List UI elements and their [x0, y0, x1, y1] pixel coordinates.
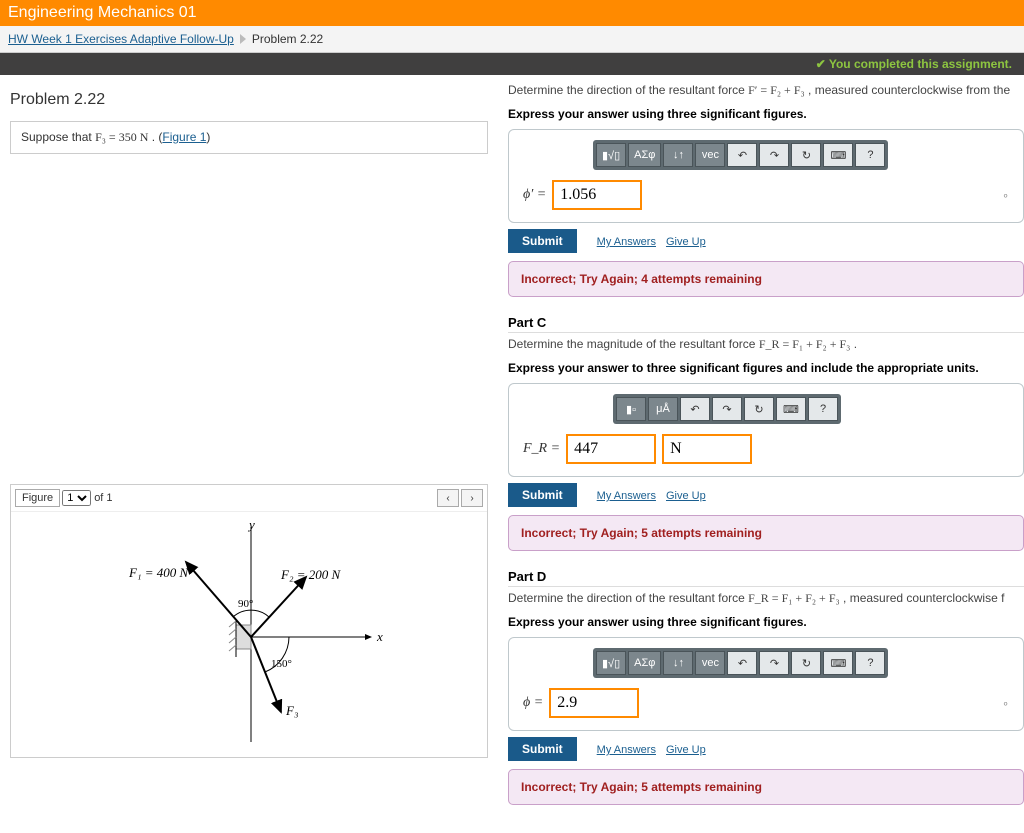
breadcrumb-current: Problem 2.22 — [252, 32, 323, 46]
svg-text:y: y — [247, 517, 255, 532]
partd-var: ϕ = — [523, 695, 543, 711]
partb-answer-box: ▮√▯ ΑΣφ ↓↑ vec ↶ ↷ ↻ ⌨ ? ϕ′ = ∘ — [508, 129, 1024, 223]
vec-button[interactable]: vec — [695, 651, 725, 675]
partd-my-answers-link[interactable]: My Answers — [597, 744, 656, 756]
reset-button[interactable]: ↻ — [791, 143, 821, 167]
reset-button[interactable]: ↻ — [791, 651, 821, 675]
svg-text:90°: 90° — [238, 598, 253, 610]
undo-button[interactable]: ↶ — [727, 651, 757, 675]
partd-feedback: Incorrect; Try Again; 5 attempts remaini… — [508, 769, 1024, 805]
partc-prompt-math: F_R = F₁ + F₂ + F₃ — [759, 337, 851, 351]
figure-panel: Figure 1 of 1 ‹ › — [10, 484, 488, 758]
partb-give-up-link[interactable]: Give Up — [666, 236, 706, 248]
updown-button[interactable]: ↓↑ — [663, 651, 693, 675]
templates-button[interactable]: ▮√▯ — [596, 143, 626, 167]
figure-of: of 1 — [94, 492, 112, 504]
partd-give-up-link[interactable]: Give Up — [666, 744, 706, 756]
partb-express: Express your answer using three signific… — [508, 105, 1024, 123]
partb-prompt-post: , measured counterclockwise from the — [808, 83, 1010, 97]
partb-feedback: Incorrect; Try Again; 4 attempts remaini… — [508, 261, 1024, 297]
partc-give-up-link[interactable]: Give Up — [666, 490, 706, 502]
partd-input[interactable] — [549, 688, 639, 718]
figure-diagram: y x F₁ = 400 N F₂ = 200 N F₃ 90° 150° — [11, 512, 487, 757]
units-button[interactable]: μÅ — [648, 397, 678, 421]
suppose-post: . ( — [152, 130, 163, 144]
partb-toolbar: ▮√▯ ΑΣφ ↓↑ vec ↶ ↷ ↻ ⌨ ? — [593, 140, 888, 170]
partc-prompt-post: . — [854, 337, 857, 351]
partc-value-input[interactable] — [566, 434, 656, 464]
reset-button[interactable]: ↻ — [744, 397, 774, 421]
suppose-pre: Suppose that — [21, 130, 95, 144]
partc-header: Part C — [508, 315, 1024, 333]
partc-unit-input[interactable] — [662, 434, 752, 464]
undo-button[interactable]: ↶ — [680, 397, 710, 421]
partd-express: Express your answer using three signific… — [508, 613, 1024, 631]
partc-var: F_R = — [523, 441, 560, 457]
keyboard-button[interactable]: ⌨ — [823, 143, 853, 167]
part-b: Determine the direction of the resultant… — [508, 81, 1024, 297]
app-header: Engineering Mechanics 01 — [0, 0, 1024, 26]
figure-label: Figure — [15, 489, 60, 507]
greek-button[interactable]: ΑΣφ — [628, 651, 661, 675]
partc-prompt-pre: Determine the magnitude of the resultant… — [508, 337, 759, 351]
problem-statement: Suppose that F₃ = 350 N . (Figure 1) — [10, 121, 488, 154]
svg-text:F₁ = 400 N: F₁ = 400 N — [128, 565, 189, 580]
partb-var: ϕ′ = — [523, 187, 546, 203]
redo-button[interactable]: ↷ — [759, 651, 789, 675]
figure-select[interactable]: 1 — [62, 490, 91, 506]
partb-my-answers-link[interactable]: My Answers — [597, 236, 656, 248]
chevron-right-icon — [240, 34, 246, 44]
partd-answer-box: ▮√▯ ΑΣφ ↓↑ vec ↶ ↷ ↻ ⌨ ? ϕ = ∘ — [508, 637, 1024, 731]
figure-next-button[interactable]: › — [461, 489, 483, 507]
updown-button[interactable]: ↓↑ — [663, 143, 693, 167]
partc-submit-button[interactable]: Submit — [508, 483, 577, 507]
svg-text:F₃: F₃ — [285, 703, 298, 718]
partb-submit-button[interactable]: Submit — [508, 229, 577, 253]
redo-button[interactable]: ↷ — [759, 143, 789, 167]
part-c: Part C Determine the magnitude of the re… — [508, 315, 1024, 551]
partc-my-answers-link[interactable]: My Answers — [597, 490, 656, 502]
help-button[interactable]: ? — [855, 651, 885, 675]
greek-button[interactable]: ΑΣφ — [628, 143, 661, 167]
keyboard-button[interactable]: ⌨ — [823, 651, 853, 675]
suppose-close: ) — [206, 130, 210, 144]
xover-button[interactable]: ▮▫ — [616, 397, 646, 421]
partc-toolbar: ▮▫ μÅ ↶ ↷ ↻ ⌨ ? — [613, 394, 841, 424]
degree-icon: ∘ — [1002, 697, 1009, 710]
partd-prompt-post: , measured counterclockwise f — [843, 591, 1004, 605]
partd-header: Part D — [508, 569, 1024, 587]
svg-text:F₂ = 200 N: F₂ = 200 N — [280, 567, 341, 582]
problem-title: Problem 2.22 — [10, 91, 488, 109]
breadcrumb: HW Week 1 Exercises Adaptive Follow-Up P… — [0, 26, 1024, 53]
partb-prompt-pre: Determine the direction of the resultant… — [508, 83, 748, 97]
partb-input[interactable] — [552, 180, 642, 210]
vec-button[interactable]: vec — [695, 143, 725, 167]
degree-icon: ∘ — [1002, 189, 1009, 202]
help-button[interactable]: ? — [855, 143, 885, 167]
figure-prev-button[interactable]: ‹ — [437, 489, 459, 507]
svg-text:x: x — [376, 629, 383, 644]
help-button[interactable]: ? — [808, 397, 838, 421]
templates-button[interactable]: ▮√▯ — [596, 651, 626, 675]
partd-submit-button[interactable]: Submit — [508, 737, 577, 761]
partd-prompt-pre: Determine the direction of the resultant… — [508, 591, 748, 605]
partc-answer-box: ▮▫ μÅ ↶ ↷ ↻ ⌨ ? F_R = — [508, 383, 1024, 477]
partc-feedback: Incorrect; Try Again; 5 attempts remaini… — [508, 515, 1024, 551]
figure-link[interactable]: Figure 1 — [162, 130, 206, 144]
keyboard-button[interactable]: ⌨ — [776, 397, 806, 421]
breadcrumb-link[interactable]: HW Week 1 Exercises Adaptive Follow-Up — [8, 32, 234, 46]
partc-express: Express your answer to three significant… — [508, 359, 1024, 377]
suppose-math: F₃ = 350 N — [95, 130, 148, 144]
redo-button[interactable]: ↷ — [712, 397, 742, 421]
svg-text:150°: 150° — [271, 658, 292, 670]
undo-button[interactable]: ↶ — [727, 143, 757, 167]
partd-toolbar: ▮√▯ ΑΣφ ↓↑ vec ↶ ↷ ↻ ⌨ ? — [593, 648, 888, 678]
part-d: Part D Determine the direction of the re… — [508, 569, 1024, 805]
partb-prompt-math: F′ = F₂ + F₃ — [748, 83, 805, 97]
completed-banner: You completed this assignment. — [0, 53, 1024, 75]
partd-prompt-math: F_R = F₁ + F₂ + F₃ — [748, 591, 840, 605]
